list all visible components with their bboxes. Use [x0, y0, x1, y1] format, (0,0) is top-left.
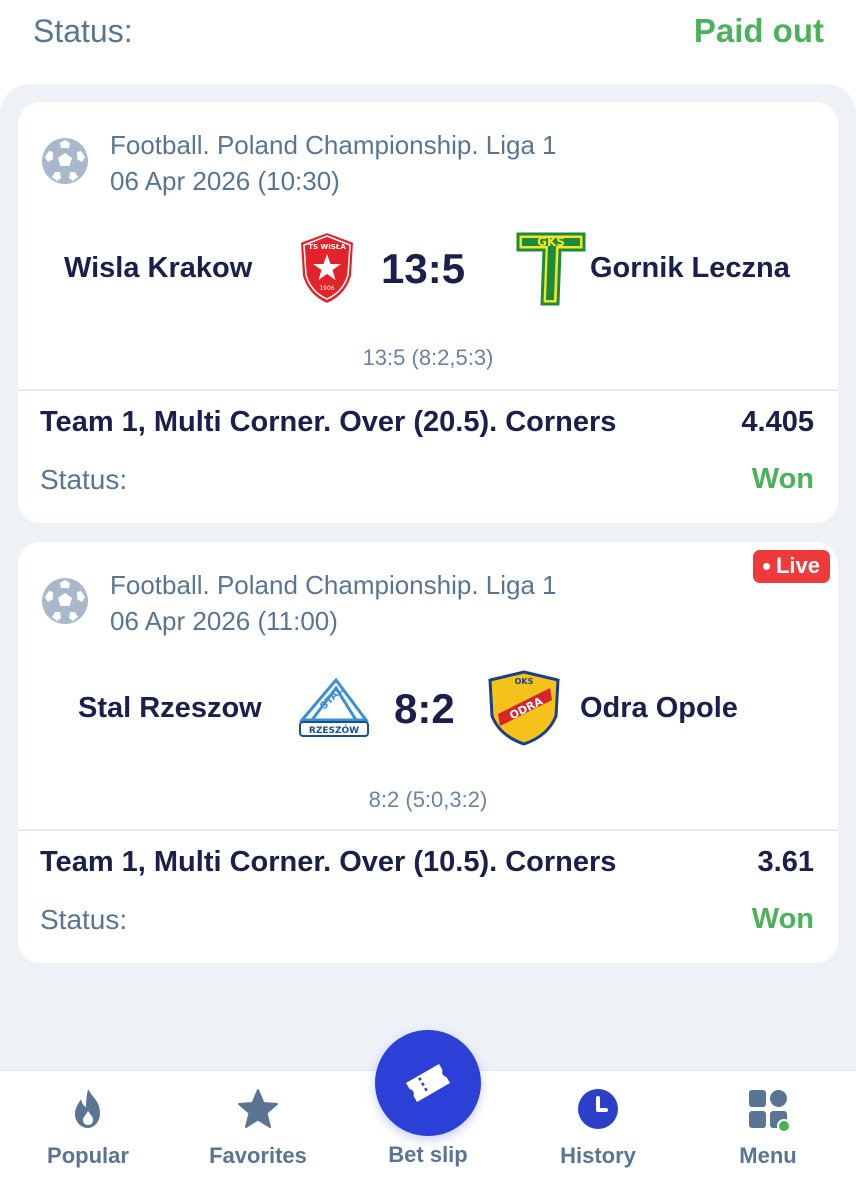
clock-icon — [578, 1089, 618, 1129]
bet-market: Team 1, Multi Corner. Over (20.5). Corne… — [40, 406, 617, 438]
logo-text: GKS — [537, 235, 565, 249]
gornik-leczna-logo: GKS — [516, 232, 586, 306]
event-status-label: Status: — [40, 904, 128, 935]
event-league: Football. Poland Championship. Liga 1 06… — [110, 127, 557, 199]
team1-name: Wisla Krakow — [64, 252, 253, 284]
bet-status-label: Status: — [33, 13, 133, 49]
logo-text: TS WISŁA — [308, 243, 346, 251]
event-card[interactable]: Football. Poland Championship. Liga 1 06… — [18, 542, 838, 963]
tab-label: History — [560, 1143, 636, 1168]
football-icon — [42, 138, 88, 184]
bet-coefficient: 3.61 — [757, 846, 814, 878]
match-score: 13:5 — [381, 245, 466, 292]
league-name: Football. Poland Championship. Liga 1 — [110, 570, 557, 600]
bet-status-row: Status: Paid out — [0, 0, 856, 84]
team2-name: Odra Opole — [580, 692, 738, 724]
event-status-value: Won — [751, 903, 814, 935]
logo-year: 1906 — [319, 285, 334, 292]
match-score: 8:2 — [394, 685, 455, 732]
stal-rzeszow-logo: STAL RZESZÓW — [298, 677, 369, 737]
ticket-icon — [406, 1063, 450, 1103]
divider — [18, 389, 838, 391]
tab-label: Favorites — [209, 1143, 307, 1168]
logo-top-text: OKS — [515, 677, 534, 686]
event-datetime: 06 Apr 2026 (10:30) — [110, 166, 340, 196]
tab-popular[interactable]: Popular — [3, 1071, 173, 1201]
event-status-value: Won — [751, 463, 814, 495]
bet-coefficient: 4.405 — [741, 406, 814, 438]
menu-grid-icon — [749, 1090, 790, 1131]
live-dot-icon — [762, 562, 770, 570]
period-scores: 8:2 (5:0,3:2) — [368, 787, 488, 812]
bet-slip-label: Bet slip — [388, 1142, 468, 1167]
logo-subtext: RZESZÓW — [309, 724, 359, 736]
odra-opole-logo: OKS ODRA — [488, 670, 560, 746]
tab-menu[interactable]: Menu — [683, 1071, 853, 1201]
tab-history[interactable]: History — [513, 1071, 683, 1201]
flame-icon — [75, 1089, 100, 1128]
event-card[interactable]: Football. Poland Championship. Liga 1 06… — [18, 102, 838, 523]
team2-name: Gornik Leczna — [590, 252, 790, 284]
event-datetime: 06 Apr 2026 (11:00) — [110, 606, 338, 636]
star-icon — [238, 1089, 278, 1128]
tab-label: Popular — [47, 1143, 129, 1168]
league-name: Football. Poland Championship. Liga 1 — [110, 130, 557, 160]
football-icon — [42, 578, 88, 624]
bet-status-value: Paid out — [693, 12, 824, 49]
bet-market: Team 1, Multi Corner. Over (10.5). Corne… — [40, 846, 617, 878]
event-status-label: Status: — [40, 464, 128, 495]
tab-favorites[interactable]: Favorites — [173, 1071, 343, 1201]
event-league: Football. Poland Championship. Liga 1 06… — [110, 567, 557, 639]
team1-name: Stal Rzeszow — [78, 692, 262, 724]
divider — [18, 829, 838, 831]
wisla-krakow-logo: TS WISŁA 1906 — [298, 230, 356, 306]
tab-label: Menu — [739, 1143, 797, 1168]
live-label: Live — [775, 553, 820, 578]
live-badge: Live — [752, 550, 830, 583]
period-scores: 13:5 (8:2,5:3) — [362, 345, 494, 370]
bet-slip-button[interactable] — [375, 1030, 481, 1136]
